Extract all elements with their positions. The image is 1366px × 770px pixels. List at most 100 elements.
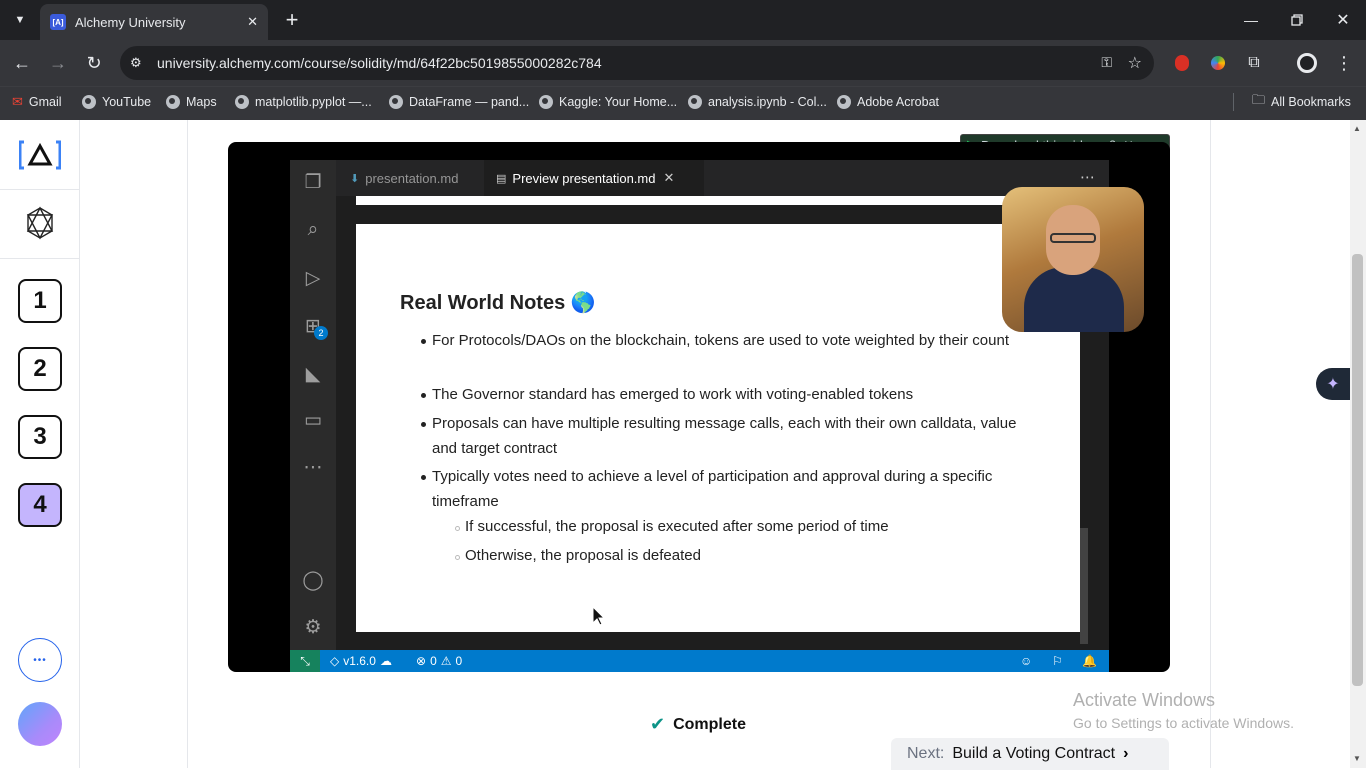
content-border-right xyxy=(1210,120,1211,768)
search-icon: ⌕ xyxy=(307,219,319,240)
more-icon: ⋯ xyxy=(303,456,323,478)
back-icon[interactable]: ← xyxy=(10,51,34,75)
minimize-icon[interactable]: — xyxy=(1236,8,1266,32)
markdown-preview: Real World Notes 🌎 For Protocols/DAOs on… xyxy=(336,196,1109,650)
course-module-icon[interactable] xyxy=(26,206,54,240)
alchemy-favicon: [A] xyxy=(50,14,66,30)
slide-bullet: For Protocols/DAOs on the blockchain, to… xyxy=(421,329,1032,354)
vscode-window: ❐ ⌕ ▷ ⊞ 2 ◣ ▭ ⋯ ◯ ⚙ ⬇ presentation.md ▤ … xyxy=(290,160,1144,672)
problems-status: ⊗ 0 ⚠ 0 xyxy=(416,654,463,668)
restore-icon[interactable] xyxy=(1282,8,1312,32)
tab-presentation-md: ⬇ presentation.md xyxy=(350,170,459,186)
extension-color-icon[interactable] xyxy=(1206,51,1230,75)
globe-icon xyxy=(166,95,180,109)
tab-title: Alchemy University xyxy=(75,14,186,30)
next-lesson-title: Build a Voting Contract xyxy=(952,745,1116,762)
extensions-badge: 2 xyxy=(314,326,328,340)
bookmark-adobe[interactable]: Adobe Acrobat xyxy=(837,87,939,117)
slide-bullet: The Governor standard has emerged to wor… xyxy=(421,383,1032,408)
globe-icon xyxy=(82,95,96,109)
forward-icon[interactable]: → xyxy=(46,51,70,75)
browser-menu-icon[interactable]: ⋮ xyxy=(1332,51,1356,75)
extensions-puzzle-icon[interactable]: ⧉ xyxy=(1242,51,1266,75)
notifications-bell-icon: 🔔 xyxy=(1082,654,1097,668)
globe-icon xyxy=(235,95,249,109)
bookmark-dataframe[interactable]: DataFrame — pand... xyxy=(389,87,529,117)
bookmark-gmail[interactable]: ✉ Gmail xyxy=(12,87,62,117)
version-status: ◇ v1.6.0 ☁ xyxy=(330,654,392,668)
profile-avatar-icon[interactable] xyxy=(1295,51,1319,75)
bookmarks-divider xyxy=(1233,93,1234,111)
bookmark-matplotlib[interactable]: matplotlib.pyplot —... xyxy=(235,87,372,117)
feedback-icon: ⚐ xyxy=(1052,654,1063,668)
reload-icon[interactable]: ↻ xyxy=(82,51,106,75)
user-avatar[interactable] xyxy=(18,702,62,746)
tab-close-icon: ✕ xyxy=(663,170,675,185)
account-icon: ◯ xyxy=(302,569,324,591)
page-scrollbar[interactable]: ▲ ▼ xyxy=(1350,120,1366,768)
globe-icon xyxy=(688,95,702,109)
checkmark-icon: ✔ xyxy=(650,714,666,734)
video-player[interactable]: ❐ ⌕ ▷ ⊞ 2 ◣ ▭ ⋯ ◯ ⚙ ⬇ presentation.md ▤ … xyxy=(228,142,1170,672)
page-content: 1 2 3 4 ••• ▶ Download this video ? ✕ ❐ … xyxy=(0,120,1366,770)
scroll-up-arrow[interactable]: ▲ xyxy=(1353,124,1361,133)
bookmark-kaggle[interactable]: Kaggle: Your Home... xyxy=(539,87,677,117)
close-window-icon[interactable]: ✕ xyxy=(1328,8,1358,32)
tag-icon: ◇ xyxy=(330,654,340,668)
previous-slide-edge xyxy=(356,196,1080,205)
complete-label: Complete xyxy=(673,715,746,733)
next-lesson-button[interactable]: Next: Build a Voting Contract › xyxy=(891,738,1169,770)
remote-icon: ⤡ xyxy=(290,650,320,672)
tab-close-icon[interactable]: ✕ xyxy=(247,14,258,30)
password-key-icon[interactable]: ⚿ xyxy=(1101,54,1112,71)
browser-tab[interactable]: [A] Alchemy University ✕ xyxy=(40,4,268,40)
complete-status[interactable]: ✔ Complete xyxy=(650,714,746,735)
slide-sub-bullet: Otherwise, the proposal is defeated xyxy=(455,547,701,564)
course-sidebar: 1 2 3 4 ••• xyxy=(0,120,80,768)
next-prefix: Next: xyxy=(907,745,945,762)
bookmark-youtube[interactable]: YouTube xyxy=(82,87,151,117)
new-tab-button[interactable]: + xyxy=(280,7,304,32)
step-1-button[interactable]: 1 xyxy=(18,279,62,323)
scrollbar-thumb[interactable] xyxy=(1352,254,1363,686)
bookmark-maps[interactable]: Maps xyxy=(166,87,217,117)
windows-activation-watermark: Activate Windows Go to Settings to activ… xyxy=(1073,690,1294,731)
folder-icon: 🗀 xyxy=(1252,92,1266,107)
ai-assistant-button[interactable]: ✦ xyxy=(1316,368,1350,400)
bookmark-analysis[interactable]: analysis.ipynb - Col... xyxy=(688,87,827,117)
slide-bullet: Typically votes need to achieve a level … xyxy=(421,465,1032,514)
warning-icon: ⚠ xyxy=(440,654,452,668)
explorer-icon: ❐ xyxy=(304,171,322,193)
tab-search-icon[interactable]: ▼ xyxy=(8,8,32,32)
more-options-button[interactable]: ••• xyxy=(18,638,62,682)
address-bar[interactable]: ⚙ university.alchemy.com/course/solidity… xyxy=(120,46,1154,80)
copilot-icon: ☺ xyxy=(1020,654,1033,668)
bookmark-star-icon[interactable]: ☆ xyxy=(1128,53,1142,73)
chevron-right-icon: › xyxy=(1123,745,1129,762)
extension-red-icon[interactable] xyxy=(1170,51,1194,75)
step-2-button[interactable]: 2 xyxy=(18,347,62,391)
alchemy-logo[interactable] xyxy=(18,140,62,170)
step-3-button[interactable]: 3 xyxy=(18,415,62,459)
content-border-left xyxy=(187,120,188,768)
scroll-down-arrow[interactable]: ▼ xyxy=(1353,754,1361,763)
tab-preview-presentation: ▤ Preview presentation.md ✕ xyxy=(484,160,704,196)
activity-bar: ❐ ⌕ ▷ ⊞ 2 ◣ ▭ ⋯ ◯ ⚙ xyxy=(290,160,336,650)
mouse-cursor-icon xyxy=(592,605,606,631)
globe-icon xyxy=(389,95,403,109)
vscode-status-bar: ⤡ ◇ v1.6.0 ☁ ⊗ 0 ⚠ 0 ☺ ⚐ 🔔 xyxy=(290,650,1109,672)
slide: Real World Notes 🌎 For Protocols/DAOs on… xyxy=(356,224,1080,632)
globe-icon xyxy=(539,95,553,109)
step-4-button[interactable]: 4 xyxy=(18,483,62,527)
browser-tab-bar: ▼ [A] Alchemy University ✕ + — ✕ xyxy=(0,0,1366,40)
preview-icon: ▤ xyxy=(496,172,507,185)
sidebar-divider xyxy=(0,258,80,259)
slide-bullet: Proposals can have multiple resulting me… xyxy=(421,412,1032,461)
url-text: university.alchemy.com/course/solidity/m… xyxy=(157,55,602,71)
markdown-icon: ⬇ xyxy=(350,172,360,185)
site-info-icon[interactable]: ⚙ xyxy=(130,55,142,71)
all-bookmarks-button[interactable]: 🗀 All Bookmarks xyxy=(1252,87,1351,117)
editor-tabs: ⬇ presentation.md ▤ Preview presentation… xyxy=(336,160,1109,196)
gmail-icon: ✉ xyxy=(12,94,23,109)
sidebar-divider xyxy=(0,189,80,190)
